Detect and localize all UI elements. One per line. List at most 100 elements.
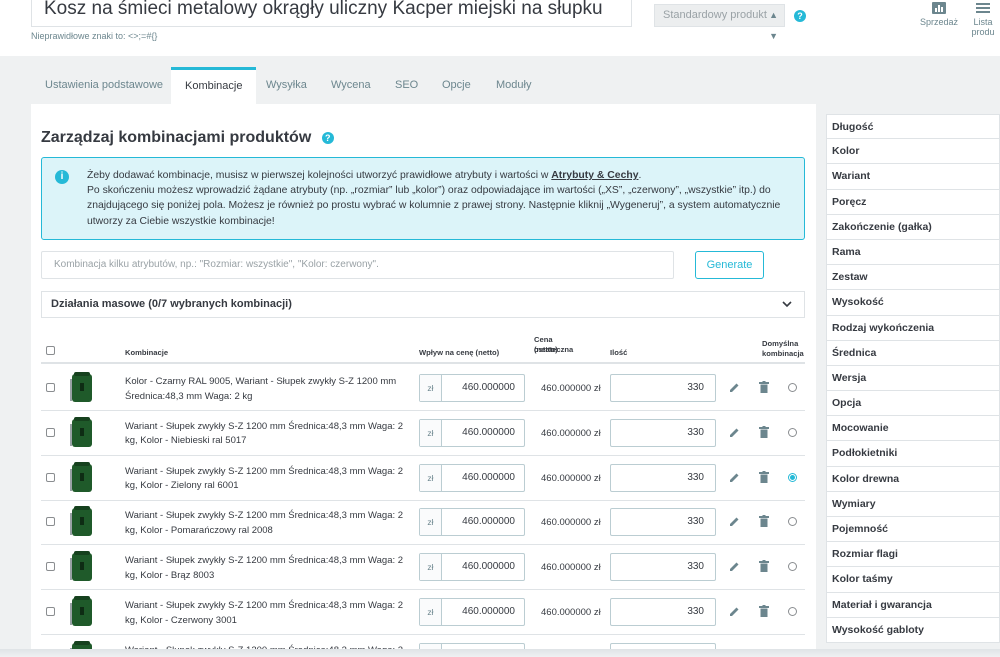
price-impact-input[interactable]: zł 460.000000 xyxy=(419,553,525,582)
attribute-group-item[interactable]: Kolor xyxy=(826,139,1000,165)
trash-icon[interactable] xyxy=(759,560,769,573)
quantity-input[interactable]: 330 xyxy=(610,553,716,582)
select-caret-icon: ▲ ▼ xyxy=(769,10,778,41)
trash-icon[interactable] xyxy=(759,425,769,438)
tab-modules[interactable]: Moduły xyxy=(482,67,545,104)
quantity-input[interactable]: 330 xyxy=(610,463,716,492)
attribute-group-item[interactable]: Wersja xyxy=(826,365,1000,392)
table-row: Wariant - Słupek zwykły S-Z 1200 mm Śred… xyxy=(41,500,805,546)
attribute-group-item[interactable]: Rama xyxy=(826,239,1000,266)
attribute-group-item[interactable]: Wymiary xyxy=(826,491,1000,517)
attribute-group-item[interactable]: Wysokość xyxy=(826,290,1000,316)
attribute-group-item[interactable]: Długość xyxy=(826,114,1000,140)
tab-shipping[interactable]: Wysyłka xyxy=(252,67,321,104)
price-impact-input[interactable]: zł 460.000000 xyxy=(419,508,525,537)
attribute-group-item[interactable]: Zakończenie (gałka) xyxy=(826,214,1000,240)
edit-icon[interactable] xyxy=(729,472,740,483)
attribute-group-item[interactable]: Wariant xyxy=(826,164,1000,190)
default-combination-radio[interactable] xyxy=(788,383,797,392)
tab-seo[interactable]: SEO xyxy=(381,67,432,104)
col-quantity: Ilość xyxy=(610,348,628,357)
row-checkbox[interactable] xyxy=(46,472,55,482)
row-checkbox[interactable] xyxy=(46,607,55,616)
page-header: Kosz na śmieci metalowy okrągły uliczny … xyxy=(0,0,1000,56)
price-impact-input[interactable]: zł 460.000000 xyxy=(419,598,525,626)
attribute-group-item[interactable]: Poręcz xyxy=(826,189,1000,215)
attribute-group-item[interactable]: Pojemność xyxy=(826,517,1000,543)
attribute-group-item[interactable]: Mocowanie xyxy=(826,416,1000,442)
row-checkbox[interactable] xyxy=(46,517,55,527)
product-type-select[interactable]: Standardowy produkt ▲ ▼ xyxy=(654,4,785,41)
trash-icon[interactable] xyxy=(759,515,769,528)
info-alert: i Żeby dodawać kombinacje, musisz w pier… xyxy=(41,157,805,240)
tab-basic-settings[interactable]: Ustawienia podstawowe xyxy=(31,67,177,104)
final-price: 460.000000 zł xyxy=(541,472,601,484)
attribute-group-item[interactable]: Materiał i gwarancja xyxy=(826,592,1000,618)
sales-label: Sprzedaż xyxy=(920,17,959,27)
attribute-group-item[interactable]: Wysokość gabloty xyxy=(826,617,1000,643)
edit-icon[interactable] xyxy=(729,382,740,393)
bulk-actions-toggle[interactable]: Działania masowe (0/7 wybranych kombinac… xyxy=(41,291,805,318)
price-impact-value: 460.000000 xyxy=(462,561,515,573)
tab-combinations[interactable]: Kombinacje xyxy=(171,67,257,104)
price-impact-input[interactable]: zł 460.000000 xyxy=(419,374,525,402)
tab-pricing[interactable]: Wycena xyxy=(317,67,385,104)
attributes-features-link[interactable]: Atrybuty & Cechy xyxy=(551,170,638,181)
select-all-checkbox[interactable] xyxy=(46,346,55,355)
default-combination-radio[interactable] xyxy=(788,607,797,616)
combination-name: Wariant - Słupek zwykły S-Z 1200 mm Śred… xyxy=(125,465,404,492)
edit-icon[interactable] xyxy=(729,516,740,527)
combination-name: Kolor - Czarny RAL 9005, Wariant - Słupe… xyxy=(125,376,397,402)
sales-button[interactable]: Sprzedaż xyxy=(920,2,958,27)
product-name-input[interactable]: Kosz na śmieci metalowy okrągły uliczny … xyxy=(31,0,632,27)
trash-icon[interactable] xyxy=(759,605,769,617)
price-impact-input[interactable]: zł 460.000000 xyxy=(419,418,525,447)
attribute-group-item[interactable]: Kolor taśmy xyxy=(826,567,1000,593)
quantity-input[interactable]: 330 xyxy=(610,374,716,402)
product-thumbnail xyxy=(70,505,94,538)
info-line-3: znajdującego się poniżej pola. Możesz je… xyxy=(87,200,781,212)
tab-options[interactable]: Opcje xyxy=(428,67,485,104)
trash-icon[interactable] xyxy=(759,381,769,393)
row-checkbox[interactable] xyxy=(46,562,55,572)
price-impact-value: 460.000000 xyxy=(462,471,515,483)
attributes-list: Długość Kolor Wariant Poręcz Zakończenie (ga… xyxy=(826,114,1000,643)
default-combination-radio[interactable] xyxy=(788,562,797,572)
default-combination-radio[interactable] xyxy=(788,517,797,527)
currency-label: zł xyxy=(420,419,442,446)
attribute-group-item[interactable]: Kolor drewna xyxy=(826,466,1000,492)
quantity-input[interactable]: 330 xyxy=(610,598,716,626)
info-line-1: Żeby dodawać kombinacje, musisz w pierws… xyxy=(87,170,642,181)
generate-button[interactable]: Generate xyxy=(695,251,764,279)
default-combination-radio[interactable] xyxy=(788,427,797,437)
edit-icon[interactable] xyxy=(729,561,740,572)
attribute-group-item[interactable]: Opcja xyxy=(826,391,1000,417)
price-impact-input[interactable]: zł 460.000000 xyxy=(419,463,525,492)
row-checkbox[interactable] xyxy=(46,427,55,437)
product-list-button[interactable]: Lista produ xyxy=(966,2,1000,37)
final-price: 460.000000 zł xyxy=(541,383,601,394)
edit-icon[interactable] xyxy=(729,606,740,617)
product-thumbnail xyxy=(70,550,94,583)
final-price: 460.000000 zł xyxy=(541,562,601,574)
chevron-down-icon xyxy=(782,292,792,317)
help-icon[interactable]: ? xyxy=(321,132,334,144)
final-price: 460.000000 zł xyxy=(541,607,601,618)
quantity-input[interactable]: 330 xyxy=(610,418,716,447)
table-row: Kolor - Czarny RAL 9005, Wariant - Słupe… xyxy=(41,366,805,411)
product-type-value: Standardowy produkt xyxy=(663,9,767,21)
attribute-group-item[interactable]: Rozmiar flagi xyxy=(826,542,1000,568)
combination-name: Wariant - Słupek zwykły S-Z 1200 mm Śred… xyxy=(125,510,404,536)
attribute-group-item[interactable]: Rodzaj wykończenia xyxy=(826,315,1000,341)
quantity-input[interactable]: 330 xyxy=(610,508,716,537)
help-icon[interactable]: ? xyxy=(794,10,806,22)
col-price-impact: Wpływ na cenę (netto) xyxy=(419,348,500,357)
attribute-group-item[interactable]: Zestaw xyxy=(826,265,1000,291)
row-checkbox[interactable] xyxy=(46,383,55,392)
default-combination-radio[interactable] xyxy=(788,472,797,482)
edit-icon[interactable] xyxy=(729,427,740,438)
attribute-group-item[interactable]: Średnica xyxy=(826,340,1000,366)
attribute-group-item[interactable]: Podłokietniki xyxy=(826,441,1000,467)
combination-search-input[interactable]: Kombinacja kilku atrybutów, np.: "Rozmia… xyxy=(41,251,674,279)
trash-icon[interactable] xyxy=(759,470,769,483)
